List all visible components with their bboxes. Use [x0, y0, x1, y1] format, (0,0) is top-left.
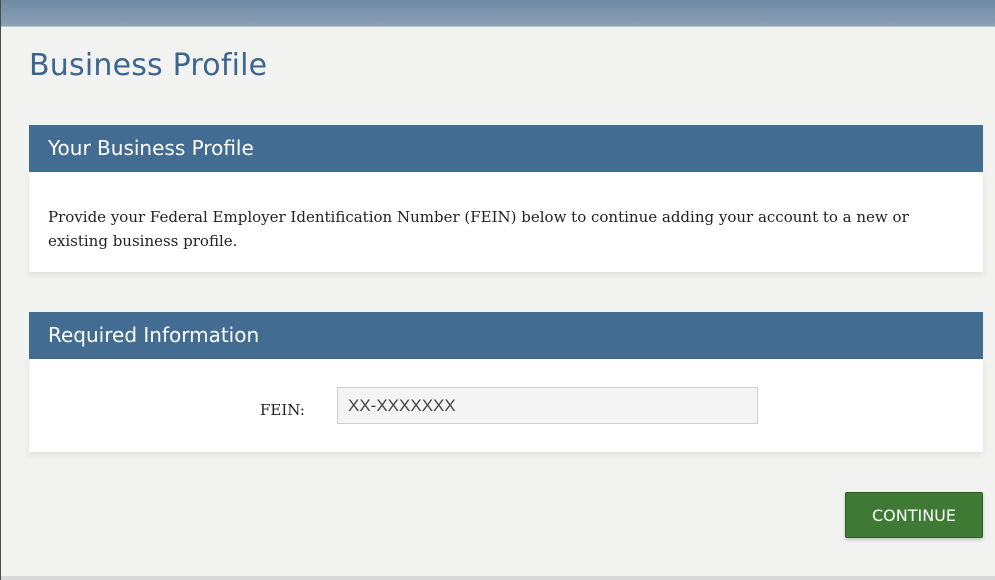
page-frame: Business Profile Your Business Profile P… [0, 0, 995, 580]
page-title: Business Profile [29, 48, 268, 83]
required-information-section-body: FEIN: [29, 359, 983, 452]
fein-input[interactable] [337, 387, 758, 424]
business-profile-section-header: Your Business Profile [29, 125, 983, 172]
required-information-section-header: Required Information [29, 312, 983, 359]
continue-button[interactable]: CONTINUE [845, 492, 983, 538]
bottom-border [1, 576, 995, 580]
fein-label: FEIN: [260, 401, 305, 419]
profile-description: Provide your Federal Employer Identifica… [48, 208, 909, 250]
business-profile-section-body: Provide your Federal Employer Identifica… [29, 172, 983, 272]
top-bar [1, 0, 995, 27]
